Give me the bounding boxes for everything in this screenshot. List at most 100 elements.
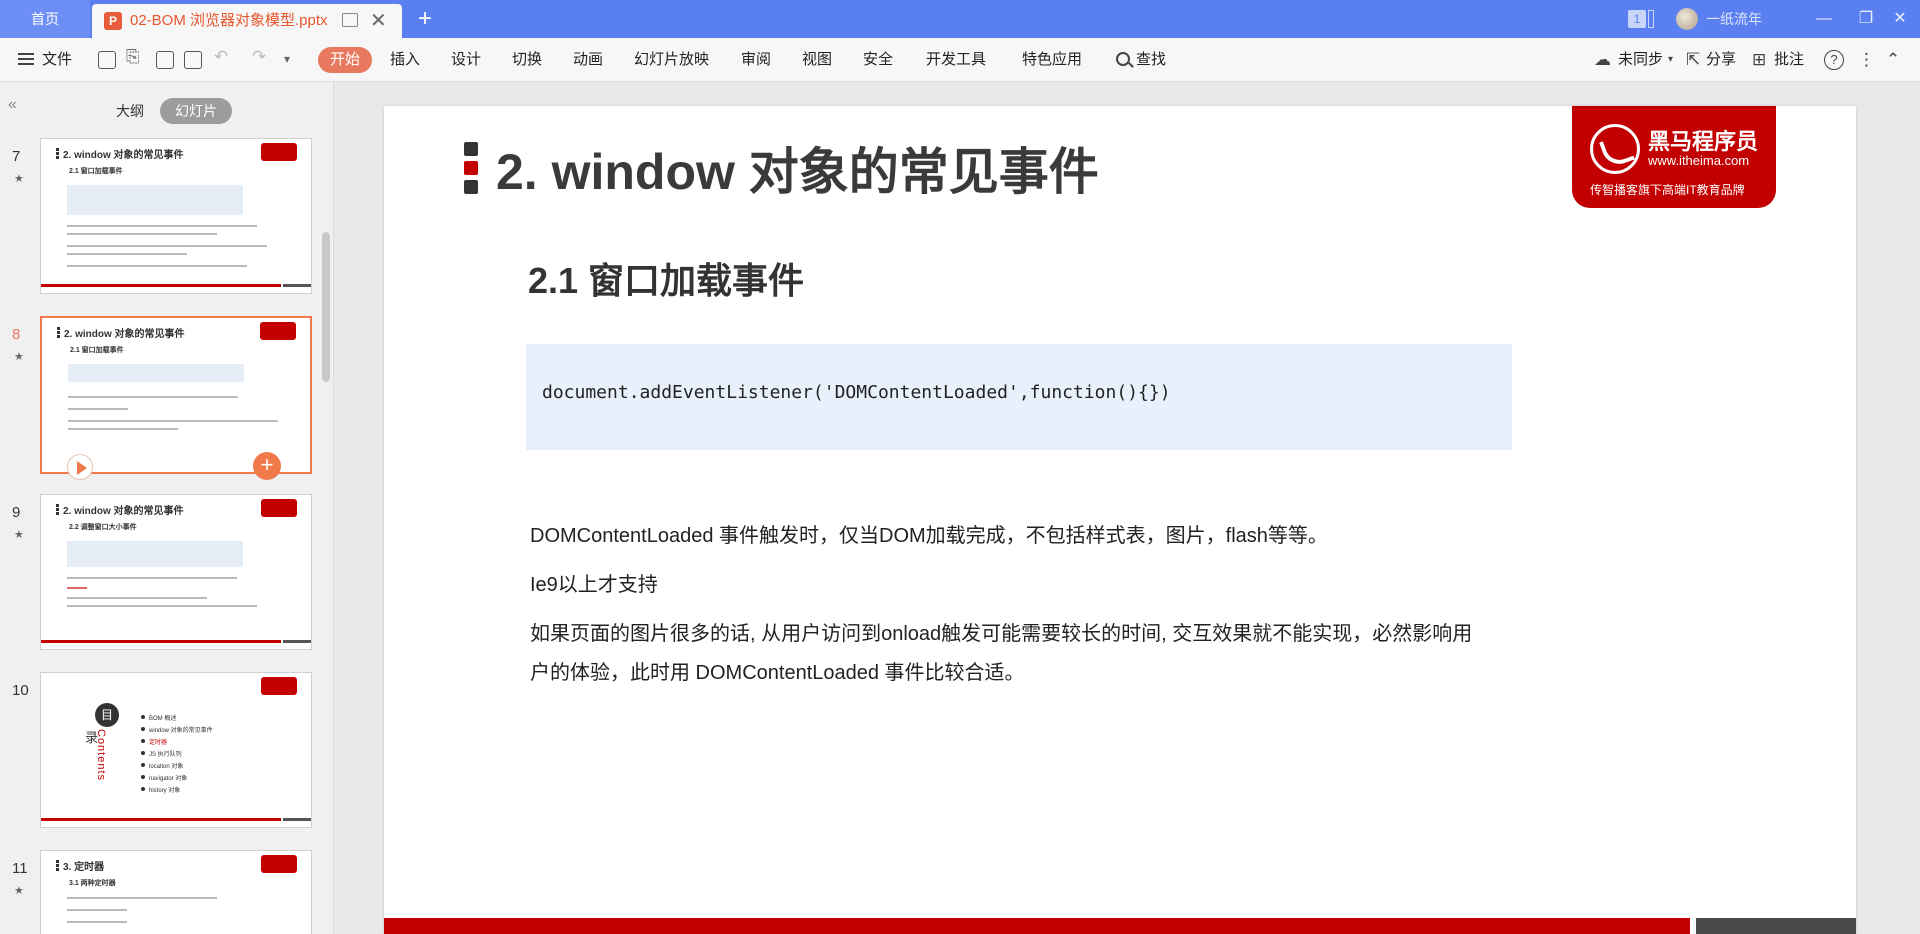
close-window-button[interactable]: ✕ [1880, 0, 1920, 38]
slide-title[interactable]: 2. window 对象的常见事件 [496, 132, 1099, 204]
thumbnail-footer [283, 818, 311, 821]
save-icon[interactable] [98, 51, 116, 69]
text-line [67, 605, 257, 607]
more-options-icon[interactable]: ⋮ [1858, 38, 1875, 82]
play-slide-button[interactable] [67, 454, 93, 480]
add-slide-button[interactable]: + [253, 452, 281, 480]
search-icon[interactable] [1116, 52, 1130, 66]
avatar[interactable] [1676, 8, 1698, 30]
search-button[interactable]: 查找 [1136, 38, 1166, 82]
logo-name: 黑马程序员 [1648, 129, 1759, 154]
section-subtitle[interactable]: 2.1 窗口加载事件 [528, 252, 804, 304]
text-line [67, 245, 267, 247]
code-block[interactable]: document.addEventListener('DOMContentLoa… [526, 344, 1512, 450]
chevron-down-icon[interactable]: ▾ [1668, 38, 1673, 82]
slide-number: 7 [12, 148, 21, 165]
comment-icon[interactable]: ⊞ [1752, 38, 1766, 82]
minimize-button[interactable]: — [1804, 0, 1844, 38]
paragraph-domcontentloaded[interactable]: DOMContentLoaded 事件触发时，仅当DOM加载完成，不包括样式表，… [530, 519, 1328, 548]
thumbnail-subtitle: 2.1 窗口加载事件 [69, 168, 123, 175]
slide-thumbnail-9[interactable]: 2. window 对象的常见事件 2.2 调整窗口大小事件 [40, 494, 312, 650]
help-icon[interactable]: ? [1824, 50, 1844, 70]
tab-slides[interactable]: 幻灯片 [160, 98, 232, 124]
paragraph-onload-note-line1[interactable]: 如果页面的图片很多的话, 从用户访问到onload触发可能需要较长的时间, 交互… [530, 617, 1472, 646]
user-name[interactable]: 一纸流年 [1706, 0, 1762, 38]
print-icon[interactable] [156, 51, 174, 69]
toc-circle: 目 [95, 703, 119, 727]
thumbnail-title: 2. window 对象的常见事件 [63, 150, 184, 161]
current-slide[interactable]: 2. window 对象的常见事件 黑马程序员 www.itheima.com … [384, 106, 1856, 934]
thumbnail-title: 2. window 对象的常见事件 [64, 329, 185, 340]
toc-contents-label: Contents [95, 729, 107, 782]
format-painter-icon[interactable]: ⎘ [126, 47, 140, 67]
cloud-sync-icon[interactable]: ☁ [1594, 38, 1611, 82]
text-line [67, 225, 257, 227]
share-button[interactable]: 分享 [1706, 38, 1736, 82]
file-menu-label: 文件 [42, 51, 73, 68]
print-preview-icon[interactable] [184, 51, 202, 69]
tab-view[interactable]: 视图 [802, 38, 832, 82]
slide-thumbnail-10[interactable]: 目 录 Contents BOM 概述 window 对象的常见事件 定时器 J… [40, 672, 312, 828]
toc-item: 定时器 [141, 737, 167, 746]
code-block [68, 364, 244, 382]
logo-tagline: 传智播客旗下高端IT教育品牌 [1590, 183, 1745, 197]
logo-icon [260, 322, 296, 340]
tab-review[interactable]: 审阅 [741, 38, 771, 82]
toc-item: history 对象 [141, 785, 180, 794]
paragraph-onload-note-line2[interactable]: 户的体验，此时用 DOMContentLoaded 事件比较合适。 [530, 656, 1025, 685]
tab-outline[interactable]: 大纲 [104, 98, 156, 124]
collapse-panel-icon[interactable]: « [8, 96, 17, 114]
tab-animation[interactable]: 动画 [573, 38, 603, 82]
screen-pin-icon[interactable] [342, 13, 358, 27]
document-tab[interactable]: P 02-BOM 浏览器对象模型.pptx ✕ [92, 4, 402, 38]
thumbnail-title: 2. window 对象的常见事件 [63, 506, 184, 517]
toc-item: JS 执行队列 [141, 749, 182, 758]
new-tab-button[interactable]: + [418, 4, 432, 34]
tab-slideshow[interactable]: 幻灯片放映 [634, 38, 709, 82]
tab-security[interactable]: 安全 [863, 38, 893, 82]
document-tab-title: 02-BOM 浏览器对象模型.pptx [130, 12, 328, 29]
animation-star-icon: ★ [14, 529, 24, 541]
brand-logo: 黑马程序员 www.itheima.com 传智播客旗下高端IT教育品牌 [1572, 106, 1776, 208]
text-line [68, 396, 238, 398]
text-line [68, 428, 178, 430]
tab-design[interactable]: 设计 [451, 38, 481, 82]
collapse-ribbon-icon[interactable]: ⌃ [1886, 38, 1900, 82]
slide-thumbnail-8[interactable]: 2. window 对象的常见事件 2.1 窗口加载事件 [40, 316, 312, 474]
quick-access-dropdown-icon[interactable]: ▾ [284, 52, 290, 66]
tab-transition[interactable]: 切换 [512, 38, 542, 82]
file-menu[interactable]: 文件 [18, 38, 72, 82]
paragraph-ie9-support[interactable]: Ie9以上才支持 [530, 568, 658, 597]
thumbnail-title: 3. 定时器 [63, 862, 105, 873]
tab-featured-apps[interactable]: 特色应用 [1022, 38, 1082, 82]
text-line [68, 408, 128, 410]
text-line [67, 897, 217, 899]
window-switch-icon[interactable] [1648, 10, 1654, 28]
slide-thumbnail-7[interactable]: 2. window 对象的常见事件 2.1 窗口加载事件 [40, 138, 312, 294]
code-block [67, 541, 243, 567]
slide-number: 9 [12, 504, 21, 521]
tab-close-icon[interactable]: ✕ [370, 8, 387, 33]
text-line [67, 921, 127, 923]
thumbnail-footer [41, 284, 281, 287]
undo-icon[interactable]: ↶ [214, 47, 228, 67]
slide-number: 8 [12, 326, 21, 343]
slide-editing-canvas: 2. window 对象的常见事件 黑马程序员 www.itheima.com … [334, 82, 1904, 934]
slide-thumbnail-11[interactable]: 3. 定时器 3.1 两种定时器 [40, 850, 312, 934]
tab-start[interactable]: 开始 [318, 47, 373, 73]
panel-scrollbar[interactable] [322, 232, 330, 382]
slide-navigator-panel: « 大纲 幻灯片 7 ★ 2. window 对象的常见事件 2.1 窗口加载事… [0, 82, 334, 934]
home-tab[interactable]: 首页 [0, 0, 90, 38]
redo-icon[interactable]: ↷ [252, 47, 266, 67]
sync-status-button[interactable]: 未同步 [1618, 38, 1663, 82]
window-count-badge[interactable]: 1 [1628, 10, 1646, 28]
tab-insert[interactable]: 插入 [390, 38, 420, 82]
comment-button[interactable]: 批注 [1774, 38, 1804, 82]
logo-icon [261, 499, 297, 517]
share-icon[interactable]: ⇱ [1686, 38, 1700, 82]
logo-icon [261, 143, 297, 161]
thumbnail-subtitle: 3.1 两种定时器 [69, 880, 116, 887]
title-bars-icon [464, 142, 478, 194]
tab-developer-tools[interactable]: 开发工具 [926, 38, 986, 82]
slide-footer-bar [1696, 918, 1856, 934]
